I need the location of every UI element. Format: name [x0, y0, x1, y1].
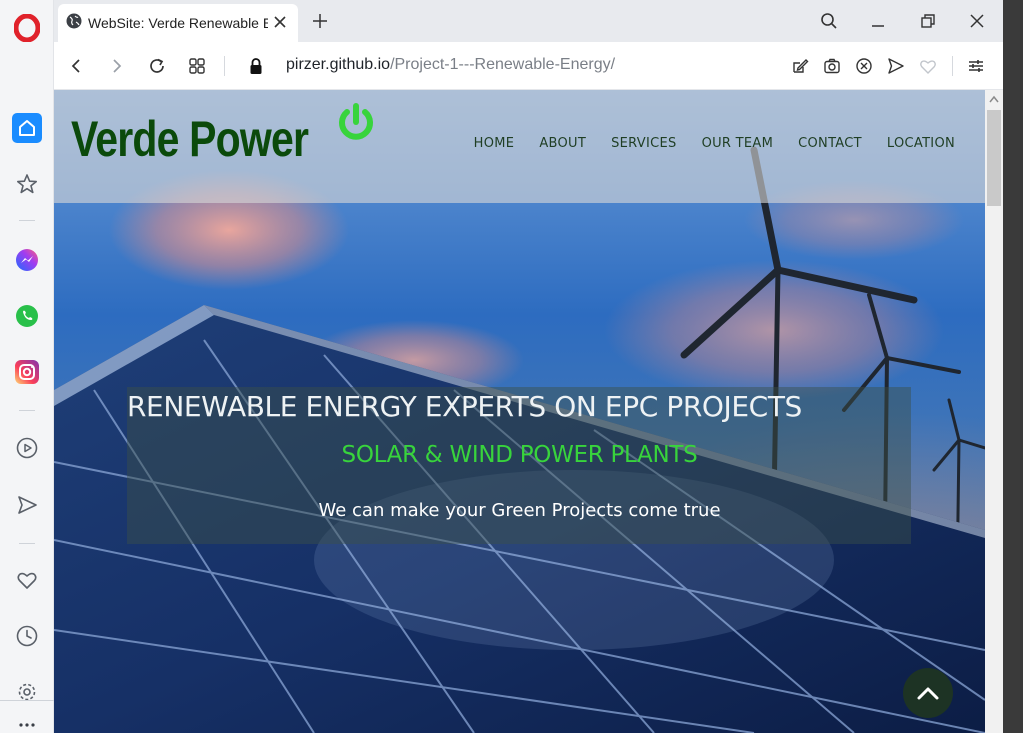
bookmark-heart-icon[interactable]	[916, 54, 940, 78]
star-icon[interactable]	[11, 168, 43, 200]
forward-icon[interactable]	[105, 54, 129, 78]
whatsapp-icon[interactable]	[11, 300, 43, 332]
nav-location[interactable]: LOCATION	[887, 136, 955, 151]
player-icon[interactable]	[11, 432, 43, 464]
settings-icon[interactable]	[11, 676, 43, 708]
back-icon[interactable]	[64, 54, 88, 78]
tab-strip: WebSite: Verde Renewable Energy	[54, 0, 1003, 42]
address-bar: pirzer.github.io/Project-1---Renewable-E…	[54, 42, 1003, 90]
lock-icon[interactable]	[244, 54, 268, 78]
url-host: pirzer.github.io	[286, 56, 391, 73]
send-icon[interactable]	[11, 489, 43, 521]
chevron-up-icon	[917, 687, 939, 700]
scroll-up-arrow-icon[interactable]	[988, 93, 1000, 105]
hero-subheadline: SOLAR & WIND POWER PLANTS	[341, 442, 698, 468]
nav-services[interactable]: SERVICES	[611, 136, 676, 151]
back-to-top-button[interactable]	[903, 668, 953, 718]
toolbar-divider	[952, 56, 953, 76]
page-scrollbar[interactable]	[985, 90, 1003, 733]
nav-about[interactable]: ABOUT	[539, 136, 586, 151]
close-window-icon[interactable]	[962, 7, 992, 35]
sidebar-divider	[0, 700, 54, 701]
heart-icon[interactable]	[11, 564, 43, 596]
browser-sidebar	[0, 0, 54, 733]
search-tabs-icon[interactable]	[814, 7, 844, 35]
sidebar-divider	[19, 410, 35, 411]
messenger-icon[interactable]	[11, 244, 43, 276]
instagram-icon[interactable]	[11, 356, 43, 388]
history-icon[interactable]	[11, 620, 43, 652]
main-nav: HOME ABOUT SERVICES OUR TEAM CONTACT LOC…	[449, 136, 955, 151]
tab-active[interactable]: WebSite: Verde Renewable Energy	[58, 4, 298, 42]
new-tab-icon[interactable]	[308, 9, 332, 33]
url-path: /Project-1---Renewable-Energy/	[390, 56, 616, 73]
scrollbar-thumb[interactable]	[987, 110, 1001, 206]
desktop-background	[1003, 0, 1023, 733]
browser-window: WebSite: Verde Renewable Energy	[0, 0, 1003, 733]
hero-tagline: We can make your Green Projects come tru…	[318, 500, 721, 521]
reload-icon[interactable]	[145, 54, 169, 78]
speed-dial-icon[interactable]	[185, 54, 209, 78]
web-page: Verde Power HOME ABOUT SERVICES OUR TEAM…	[54, 90, 985, 733]
easy-setup-icon[interactable]	[964, 54, 988, 78]
flow-send-icon[interactable]	[884, 54, 908, 78]
tab-title: WebSite: Verde Renewable Energy	[88, 15, 268, 31]
power-icon	[339, 103, 373, 140]
sidebar-divider	[19, 543, 35, 544]
edit-icon[interactable]	[788, 54, 812, 78]
logo-text: Verde Power	[71, 111, 309, 167]
toolbar-divider	[224, 56, 225, 76]
more-icon[interactable]	[11, 709, 43, 733]
home-icon[interactable]	[11, 112, 43, 144]
globe-icon	[66, 13, 82, 33]
sidebar-divider	[19, 220, 35, 221]
nav-home[interactable]: HOME	[474, 136, 515, 151]
snapshot-icon[interactable]	[820, 54, 844, 78]
hero-headline: RENEWABLE ENERGY EXPERTS ON EPC PROJECTS	[127, 390, 802, 423]
nav-contact[interactable]: CONTACT	[798, 136, 862, 151]
site-header: Verde Power HOME ABOUT SERVICES OUR TEAM…	[54, 90, 985, 203]
site-logo[interactable]: Verde Power	[71, 110, 360, 168]
ad-blocker-icon[interactable]	[852, 54, 876, 78]
restore-icon[interactable]	[913, 7, 943, 35]
url-field[interactable]: pirzer.github.io/Project-1---Renewable-E…	[286, 56, 615, 74]
nav-our-team[interactable]: OUR TEAM	[702, 136, 774, 151]
minimize-icon[interactable]	[863, 7, 893, 35]
tab-close-icon[interactable]	[270, 12, 290, 32]
opera-logo-icon[interactable]	[11, 12, 43, 44]
